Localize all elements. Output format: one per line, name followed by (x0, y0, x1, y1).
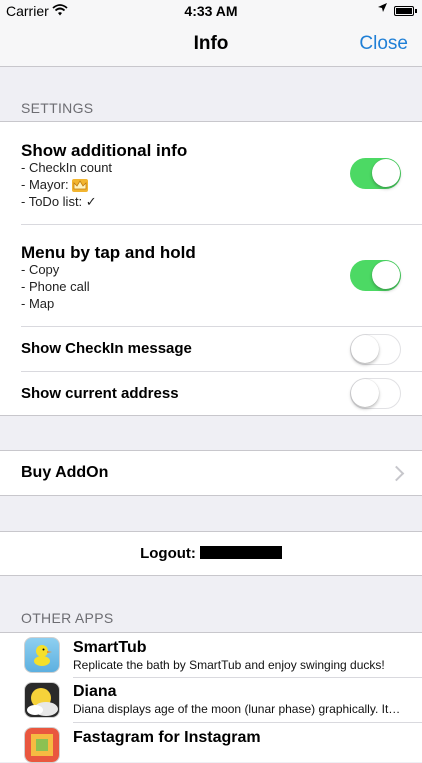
app-title: Diana (73, 683, 117, 700)
additional-info-toggle[interactable] (350, 158, 401, 189)
moon-phase-icon (24, 682, 60, 718)
other-apps-group: SmartTub Replicate the bath by SmartTub … (0, 632, 422, 763)
redacted-account-name (199, 546, 282, 559)
app-description: Diana displays age of the moon (lunar ph… (73, 702, 401, 716)
setting-option-todo-list: - ToDo list: ✓ (21, 194, 97, 209)
app-description: Replicate the bath by SmartTub and enjoy… (73, 658, 385, 672)
setting-title: Menu by tap and hold (21, 243, 196, 262)
setting-option-checkin-count: - CheckIn count (21, 160, 113, 175)
app-item-diana[interactable]: Diana Diana displays age of the moon (lu… (0, 678, 422, 722)
logout-row[interactable]: Logout: (0, 531, 422, 576)
setting-title: Show additional info (21, 141, 188, 160)
current-address-toggle[interactable] (350, 378, 401, 409)
navigation-bar: Info Close (0, 22, 422, 67)
app-title: SmartTub (73, 639, 147, 656)
settings-section-header: SETTINGS (21, 100, 94, 116)
setting-option-phone-call: - Phone call (21, 279, 90, 294)
app-title: Fastagram for Instagram (73, 729, 261, 746)
close-button[interactable]: Close (359, 33, 408, 55)
setting-option-map: - Map (21, 296, 55, 311)
app-item-smarttub[interactable]: SmartTub Replicate the bath by SmartTub … (0, 633, 422, 677)
rubber-duck-icon (24, 637, 60, 673)
battery-icon (394, 6, 417, 16)
status-bar: Carrier 4:33 AM (0, 0, 422, 22)
setting-row-additional-info: Show additional info - CheckIn count - M… (0, 122, 422, 224)
chevron-right-icon (388, 465, 405, 482)
other-apps-section-header: OTHER APPS (21, 610, 114, 626)
app-item-fastagram[interactable]: Fastagram for Instagram (0, 723, 422, 763)
setting-title: Show current address (21, 385, 179, 402)
checkin-message-toggle[interactable] (350, 334, 401, 365)
setting-row-tap-and-hold: Menu by tap and hold - Copy - Phone call… (0, 225, 422, 326)
logout-label: Logout: (140, 545, 196, 562)
fastagram-icon (24, 727, 60, 763)
buy-addon-label: Buy AddOn (21, 464, 109, 481)
setting-title: Show CheckIn message (21, 340, 192, 357)
settings-group: Show additional info - CheckIn count - M… (0, 121, 422, 416)
setting-row-checkin-message: Show CheckIn message (0, 327, 422, 371)
tap-and-hold-toggle[interactable] (350, 260, 401, 291)
buy-addon-row[interactable]: Buy AddOn (0, 450, 422, 496)
location-arrow-icon (377, 2, 388, 16)
setting-option-copy: - Copy (21, 262, 60, 277)
setting-row-current-address: Show current address (0, 372, 422, 416)
status-time: 4:33 AM (184, 3, 238, 19)
